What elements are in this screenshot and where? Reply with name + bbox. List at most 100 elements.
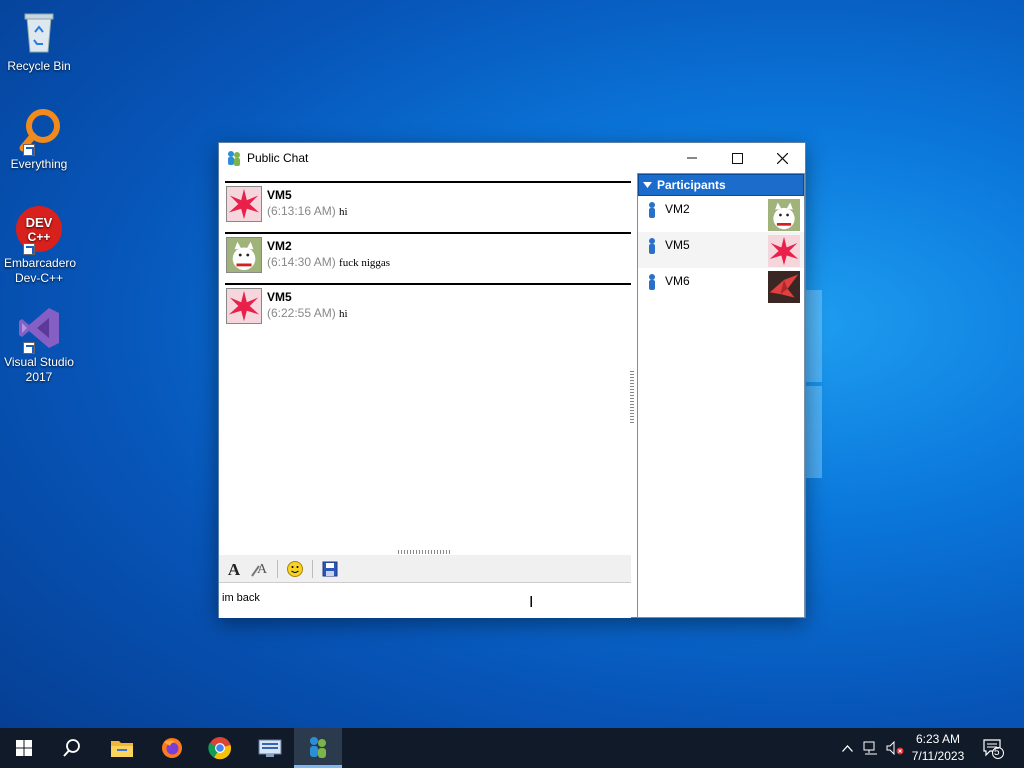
font-color-button[interactable]: A bbox=[249, 558, 271, 580]
taskbar-file-explorer[interactable] bbox=[98, 728, 146, 768]
shortcut-arrow-icon bbox=[23, 342, 35, 354]
participants-panel: Participants VM2 VM5 VM6 bbox=[637, 173, 805, 618]
svg-text:A: A bbox=[257, 562, 268, 577]
red-star-avatar bbox=[768, 235, 800, 267]
font-button[interactable]: A bbox=[223, 558, 245, 580]
start-icon bbox=[16, 740, 32, 756]
network-tray-button[interactable] bbox=[860, 728, 882, 768]
toolbar-separator bbox=[312, 559, 313, 578]
taskbar-network-app[interactable] bbox=[246, 728, 294, 768]
message-time: (6:13:16 AM) bbox=[267, 204, 336, 218]
maximize-icon bbox=[731, 152, 743, 164]
desktop-icon-devcpp[interactable]: DEV C++ Embarcadero Dev-C++ bbox=[4, 205, 77, 286]
message-text: hi bbox=[339, 206, 348, 218]
chevron-up-icon bbox=[841, 744, 853, 752]
user-icon bbox=[649, 202, 655, 218]
everything-search-icon bbox=[15, 106, 63, 156]
desktop-icon-everything[interactable]: Everything bbox=[4, 106, 74, 172]
chat-app-icon bbox=[310, 736, 326, 758]
font-icon: A bbox=[228, 560, 241, 578]
message-history[interactable]: VM5 (6:13:16 AM) hi VM2 (6:14:30 AM) fuc… bbox=[225, 181, 631, 549]
message-author: VM5 bbox=[267, 290, 292, 304]
participant-name: VM6 bbox=[665, 274, 690, 288]
save-button[interactable] bbox=[319, 558, 341, 580]
svg-text:A: A bbox=[228, 560, 241, 578]
lucky-cat-avatar bbox=[226, 237, 262, 273]
taskbar-chrome[interactable] bbox=[196, 728, 244, 768]
chat-app-icon bbox=[228, 151, 240, 166]
network-app-icon bbox=[258, 739, 282, 757]
close-icon bbox=[776, 152, 788, 164]
message-author: VM5 bbox=[267, 188, 292, 202]
horizontal-splitter[interactable] bbox=[398, 550, 450, 554]
message-time: (6:22:55 AM) bbox=[267, 306, 336, 320]
message-input[interactable] bbox=[222, 587, 626, 609]
chat-message: VM5 (6:22:55 AM) hi bbox=[225, 283, 631, 334]
message-input-area[interactable]: I bbox=[219, 584, 631, 618]
format-toolbar: A A bbox=[219, 555, 631, 583]
save-icon bbox=[322, 561, 338, 576]
participant-name: VM2 bbox=[665, 202, 690, 216]
windows-logo-background bbox=[806, 290, 824, 480]
vertical-splitter[interactable] bbox=[630, 371, 634, 423]
search-button[interactable] bbox=[48, 728, 96, 768]
desktop-icon-label: Embarcadero Dev-C++ bbox=[4, 256, 77, 285]
notification-icon bbox=[983, 739, 1004, 759]
shortcut-arrow-icon bbox=[23, 144, 35, 156]
start-button[interactable] bbox=[0, 728, 48, 768]
visual-studio-icon bbox=[15, 304, 63, 354]
firefox-icon bbox=[162, 738, 182, 758]
clock[interactable]: 6:23 AM 7/11/2023 bbox=[900, 731, 976, 765]
chrome-icon bbox=[208, 737, 232, 760]
clock-time: 6:23 AM bbox=[915, 732, 961, 746]
desktop-icon-recycle-bin[interactable]: Recycle Bin bbox=[4, 8, 74, 74]
smiley-icon bbox=[287, 560, 303, 577]
window-title: Public Chat bbox=[247, 151, 309, 165]
desktop-icon-visual-studio[interactable]: Visual Studio 2017 bbox=[4, 304, 74, 385]
devcpp-logo-text: DEV bbox=[26, 215, 53, 230]
user-icon bbox=[649, 238, 655, 254]
participant-item[interactable]: VM6 bbox=[638, 268, 804, 304]
action-center-button[interactable]: 5 bbox=[978, 728, 1008, 768]
user-icon bbox=[649, 274, 655, 290]
red-star-avatar bbox=[226, 186, 262, 222]
red-star-avatar bbox=[226, 288, 262, 324]
chat-message: VM2 (6:14:30 AM) fuck niggas bbox=[225, 232, 631, 283]
participant-item[interactable]: VM5 bbox=[638, 232, 804, 268]
taskbar-chat-app[interactable] bbox=[294, 728, 342, 768]
desktop-icon-label: Recycle Bin bbox=[7, 59, 71, 73]
search-icon bbox=[63, 739, 80, 757]
collapse-triangle-icon bbox=[643, 182, 652, 188]
minimize-icon bbox=[687, 157, 697, 159]
message-text: hi bbox=[339, 308, 348, 320]
desktop-icon-label: Visual Studio 2017 bbox=[4, 355, 74, 384]
recycle-bin-icon bbox=[15, 8, 63, 56]
network-icon bbox=[863, 741, 877, 755]
message-text: fuck niggas bbox=[339, 257, 391, 269]
shortcut-arrow-icon bbox=[23, 243, 35, 255]
font-color-icon: A bbox=[251, 562, 268, 577]
message-author: VM2 bbox=[267, 239, 292, 253]
chat-message: VM5 (6:13:16 AM) hi bbox=[225, 181, 631, 232]
participant-item[interactable]: VM2 bbox=[638, 196, 804, 232]
file-explorer-icon bbox=[111, 741, 133, 757]
title-bar[interactable]: Public Chat bbox=[219, 143, 805, 173]
participants-title: Participants bbox=[657, 178, 726, 192]
svg-text:C++: C++ bbox=[28, 230, 51, 244]
maximize-button[interactable] bbox=[714, 143, 760, 173]
message-time: (6:14:30 AM) bbox=[267, 255, 336, 269]
lucky-cat-avatar bbox=[768, 199, 800, 231]
devcpp-icon: DEV C++ bbox=[15, 205, 63, 255]
text-cursor-icon: I bbox=[529, 594, 534, 611]
show-hidden-icons-button[interactable] bbox=[836, 728, 858, 768]
notification-count: 5 bbox=[994, 747, 1000, 758]
public-chat-window[interactable]: Public Chat VM5 (6:13:16 AM) hi VM2 (6:1… bbox=[218, 142, 806, 618]
toolbar-separator bbox=[277, 559, 278, 578]
desktop-icon-label: Everything bbox=[10, 157, 68, 171]
minimize-button[interactable] bbox=[669, 143, 715, 173]
taskbar-firefox[interactable] bbox=[148, 728, 196, 768]
close-button[interactable] bbox=[759, 143, 805, 173]
emoticon-button[interactable] bbox=[284, 558, 306, 580]
participant-name: VM5 bbox=[665, 238, 690, 252]
participants-header[interactable]: Participants bbox=[638, 174, 804, 196]
